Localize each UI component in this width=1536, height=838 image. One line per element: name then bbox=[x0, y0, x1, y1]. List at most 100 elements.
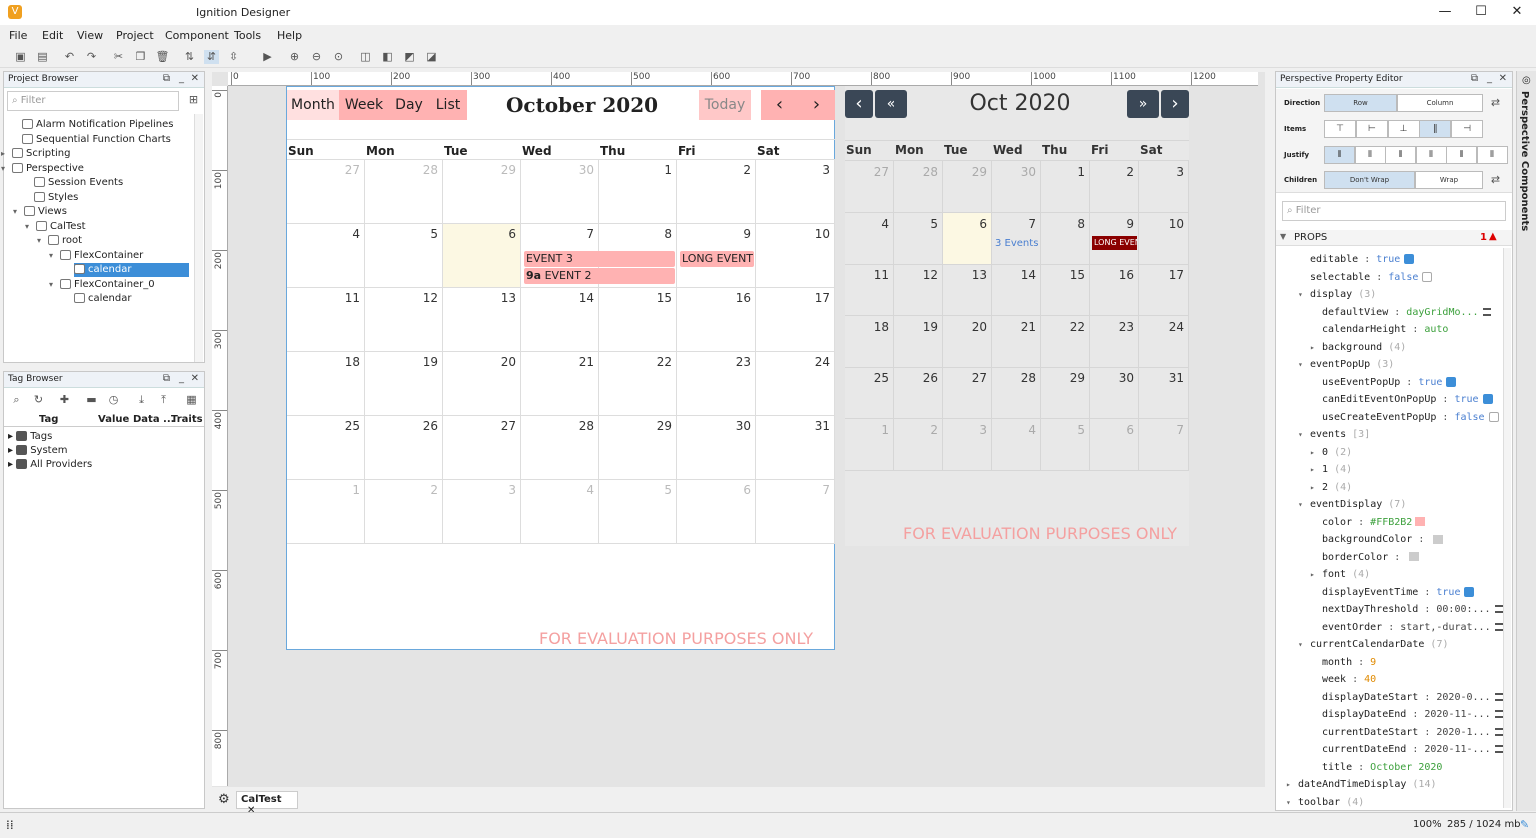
collapse-icon[interactable]: ▾ bbox=[1298, 357, 1303, 373]
export-icon[interactable]: ⤒ bbox=[156, 393, 171, 407]
day-cell[interactable]: 28 bbox=[365, 160, 443, 224]
props-section-header[interactable]: ▼ PROPS 1 ▲ bbox=[1276, 230, 1512, 246]
prop-row[interactable]: ▾ eventDisplay (7) bbox=[1298, 497, 1406, 513]
menu-view[interactable]: View bbox=[77, 29, 103, 42]
prop-row[interactable]: displayEventTime : true bbox=[1322, 585, 1475, 601]
day-cell[interactable]: 29 bbox=[599, 416, 677, 480]
checkbox-icon[interactable] bbox=[1488, 411, 1499, 422]
color-swatch[interactable] bbox=[1433, 534, 1444, 544]
zoom-fit-icon[interactable]: ⊙ bbox=[331, 50, 346, 64]
save-icon[interactable]: ▣ bbox=[13, 50, 28, 64]
color-swatch[interactable] bbox=[1415, 517, 1426, 526]
prop-value[interactable]: (7) bbox=[1388, 499, 1406, 510]
prop-row[interactable]: backgroundColor : bbox=[1322, 532, 1444, 548]
prev-month-button[interactable]: ‹ bbox=[845, 90, 873, 118]
zoom-in-icon[interactable]: ⊕ bbox=[287, 50, 302, 64]
day-cell[interactable]: 11 bbox=[287, 288, 365, 352]
prop-value[interactable]: (14) bbox=[1412, 779, 1436, 790]
edit-value-icon[interactable] bbox=[1494, 692, 1503, 701]
next-month-button[interactable]: › bbox=[1161, 90, 1189, 118]
menu-project[interactable]: Project bbox=[116, 29, 154, 42]
edit-value-icon[interactable] bbox=[1494, 710, 1503, 718]
items-align-option[interactable]: ⊢ bbox=[1355, 120, 1388, 138]
day-cell[interactable]: 10 bbox=[1139, 212, 1189, 265]
float-icon[interactable]: ⧉ bbox=[163, 373, 170, 384]
prop-row[interactable]: selectable : false bbox=[1310, 270, 1433, 286]
day-cell[interactable]: 16 bbox=[677, 288, 756, 352]
prop-value[interactable]: 40 bbox=[1364, 674, 1376, 685]
close-panel-icon[interactable]: ✕ bbox=[191, 373, 199, 384]
prop-value[interactable]: (4) bbox=[1388, 342, 1406, 353]
day-cell[interactable]: 17 bbox=[756, 288, 835, 352]
day-cell[interactable]: 6 bbox=[677, 480, 756, 544]
day-cell[interactable]: 28 bbox=[894, 161, 943, 213]
close-panel-icon[interactable]: ✕ bbox=[191, 73, 199, 84]
minimize-panel-icon[interactable]: _ bbox=[1487, 73, 1492, 84]
prop-value[interactable]: 2020-11-... bbox=[1424, 744, 1490, 755]
prop-value[interactable]: [3] bbox=[1352, 429, 1370, 440]
day-cell[interactable]: 10 bbox=[756, 224, 835, 288]
edit-value-icon[interactable] bbox=[1494, 727, 1503, 736]
day-cell[interactable]: 27 bbox=[443, 416, 521, 480]
justify-option[interactable]: ⦀ bbox=[1446, 146, 1477, 164]
edit-value-icon[interactable] bbox=[1482, 307, 1491, 316]
day-cell[interactable]: 24 bbox=[1139, 315, 1189, 368]
tree-item[interactable]: Styles bbox=[34, 191, 78, 205]
day-cell[interactable]: 23 bbox=[677, 352, 756, 416]
day-cell[interactable]: 30 bbox=[992, 161, 1041, 213]
tag-item-all-providers[interactable]: ▸ All Providers bbox=[8, 458, 92, 472]
day-cell[interactable]: 2 bbox=[677, 160, 756, 224]
prop-value[interactable]: (7) bbox=[1430, 639, 1448, 650]
day-cell[interactable]: 12 bbox=[894, 264, 943, 316]
prop-row[interactable]: currentDateStart : 2020-1... bbox=[1322, 725, 1503, 741]
props-scrollbar[interactable] bbox=[1503, 248, 1511, 808]
day-cell[interactable]: 7 bbox=[756, 480, 835, 544]
swap-icon[interactable]: ⇄ bbox=[1488, 96, 1503, 110]
day-cell[interactable]: 3 bbox=[756, 160, 835, 224]
tree-item[interactable]: ▾ FlexContainer bbox=[49, 249, 143, 263]
day-cell[interactable]: 19 bbox=[894, 315, 943, 368]
menu-tools[interactable]: Tools bbox=[234, 29, 261, 42]
expand-icon[interactable]: ▾ bbox=[49, 278, 53, 292]
day-cell[interactable]: 5 bbox=[365, 224, 443, 288]
prop-value[interactable]: false bbox=[1388, 272, 1418, 283]
expand-icon[interactable]: ▸ bbox=[1286, 777, 1291, 793]
day-cell[interactable]: 22 bbox=[1041, 315, 1090, 368]
day-cell[interactable]: 2 bbox=[365, 480, 443, 544]
expand-icon[interactable]: ▾ bbox=[13, 205, 17, 219]
tag-item-system[interactable]: ▸ System bbox=[8, 444, 68, 458]
float-icon[interactable]: ⧉ bbox=[1471, 73, 1478, 84]
prop-value[interactable]: 2020-0... bbox=[1436, 692, 1490, 703]
day-cell[interactable]: 6 bbox=[943, 212, 992, 265]
edit-value-icon[interactable] bbox=[1494, 605, 1503, 613]
day-cell[interactable]: 14 bbox=[521, 288, 599, 352]
day-cell[interactable]: 1 bbox=[599, 160, 677, 224]
save-all-icon[interactable]: ▤ bbox=[35, 50, 50, 64]
day-cell[interactable]: 22 bbox=[599, 352, 677, 416]
day-cell[interactable]: 15 bbox=[599, 288, 677, 352]
prop-value[interactable]: start,-durat... bbox=[1400, 622, 1490, 633]
day-cell[interactable]: 5 bbox=[599, 480, 677, 544]
menu-component[interactable]: Component bbox=[165, 29, 229, 42]
direction-row[interactable]: Row bbox=[1324, 94, 1397, 112]
prop-value[interactable]: false bbox=[1454, 412, 1484, 423]
expand-icon[interactable]: ▸ bbox=[1310, 567, 1315, 583]
prop-value[interactable]: true bbox=[1454, 394, 1478, 405]
day-cell[interactable]: 13 bbox=[943, 264, 992, 316]
day-cell[interactable]: 6 bbox=[443, 224, 521, 288]
day-cell[interactable]: 6 bbox=[1090, 418, 1139, 471]
list-view-button[interactable]: List bbox=[429, 90, 467, 120]
play-icon[interactable]: ▶ bbox=[260, 50, 275, 64]
day-cell[interactable]: 24 bbox=[756, 352, 835, 416]
day-cell[interactable]: 15 bbox=[1041, 264, 1090, 316]
day-cell[interactable]: 21 bbox=[521, 352, 599, 416]
collapse-icon[interactable]: ▾ bbox=[1298, 497, 1303, 513]
day-cell[interactable]: 26 bbox=[365, 416, 443, 480]
day-cell[interactable]: 29 bbox=[943, 161, 992, 213]
align-icon[interactable]: ⇅ bbox=[182, 50, 197, 64]
next-month-button[interactable]: › bbox=[798, 90, 835, 120]
tree-item[interactable]: Session Events bbox=[34, 176, 123, 190]
prop-row[interactable]: ▸ dateAndTimeDisplay (14) bbox=[1286, 777, 1437, 793]
front-icon[interactable]: ◩ bbox=[402, 50, 417, 64]
prop-row[interactable]: ▾ display (3) bbox=[1298, 287, 1376, 303]
